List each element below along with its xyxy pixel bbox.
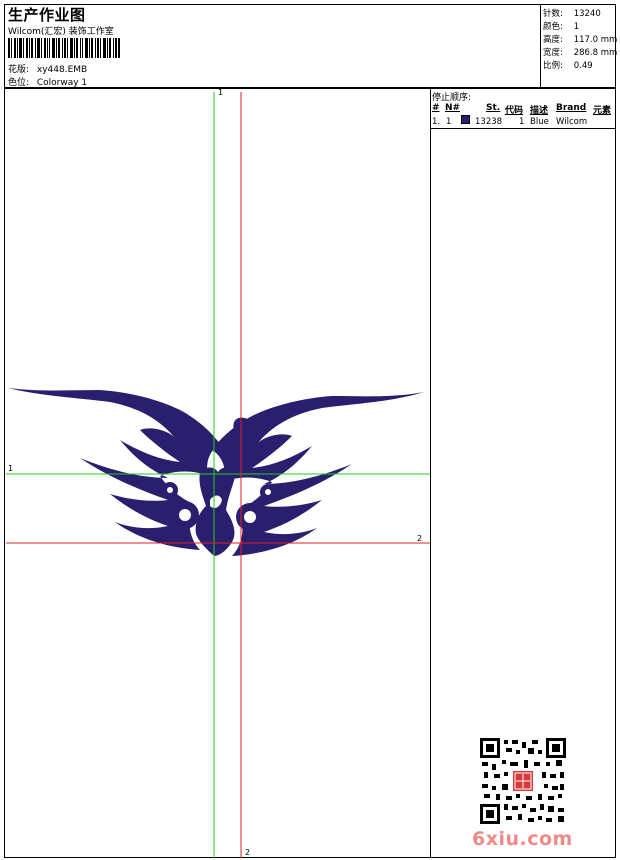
row-needle: 1 bbox=[446, 117, 452, 127]
column-header-index: # bbox=[432, 103, 440, 113]
watermark-logo: 6xiu.com bbox=[472, 828, 573, 850]
row-index: 1. bbox=[432, 117, 441, 127]
row-brand: Wilcom bbox=[556, 117, 588, 127]
column-header-needle: N# bbox=[445, 103, 461, 113]
row-code: 1 bbox=[519, 117, 525, 127]
width-value: 286.8 mm bbox=[573, 48, 618, 58]
width-label: 宽度: bbox=[543, 48, 563, 58]
column-header-description: 描述 bbox=[530, 106, 549, 116]
studio-subtitle: Wilcom(汇宏) 装饰工作室 bbox=[8, 27, 114, 37]
design-file-line: 花版: xy448.EMB bbox=[8, 62, 87, 75]
height-line: 高度: 117.0 mm bbox=[543, 33, 617, 45]
stitch-count-line: 针数: 13240 bbox=[543, 7, 601, 19]
design-area bbox=[4, 88, 431, 858]
scale-value: 0.49 bbox=[573, 61, 593, 71]
column-header-stitches: St. bbox=[486, 103, 501, 113]
color-count-value: 1 bbox=[573, 22, 580, 32]
row-description: Blue bbox=[530, 117, 549, 127]
page-title: 生产作业图 bbox=[8, 6, 86, 24]
thread-color-swatch bbox=[461, 115, 470, 124]
scale-label: 比例: bbox=[543, 61, 563, 71]
colorway-line: 色位: Colorway 1 bbox=[8, 75, 87, 88]
row-stitches: 13238 bbox=[475, 117, 503, 127]
horizontal-guide-2-label: 2 bbox=[417, 534, 423, 543]
barcode-icon bbox=[8, 38, 120, 58]
row-divider bbox=[430, 128, 616, 129]
column-header-brand: Brand bbox=[556, 103, 587, 113]
vertical-guide-2-label: 2 bbox=[245, 848, 251, 857]
scale-line: 比例: 0.49 bbox=[543, 59, 593, 71]
color-count-line: 颜色: 1 bbox=[543, 20, 579, 32]
color-count-label: 颜色: bbox=[543, 22, 563, 32]
stop-sequence-title: 停止顺序: bbox=[432, 93, 472, 103]
stitch-count-value: 13240 bbox=[573, 9, 601, 19]
height-value: 117.0 mm bbox=[573, 35, 618, 45]
colorway-value: Colorway 1 bbox=[36, 78, 88, 88]
design-file-value: xy448.EMB bbox=[36, 65, 88, 75]
column-header-code: 代码 bbox=[505, 106, 524, 116]
height-label: 高度: bbox=[543, 35, 563, 45]
stitch-count-label: 针数: bbox=[543, 9, 563, 19]
column-header-element: 元素 bbox=[593, 106, 612, 116]
design-file-label: 花版: bbox=[8, 65, 30, 75]
qr-code-icon bbox=[480, 738, 566, 824]
width-line: 宽度: 286.8 mm bbox=[543, 46, 617, 58]
horizontal-guide-1-label: 1 bbox=[8, 464, 14, 473]
vertical-guide-1-label: 1 bbox=[218, 88, 224, 97]
colorway-label: 色位: bbox=[8, 78, 30, 88]
